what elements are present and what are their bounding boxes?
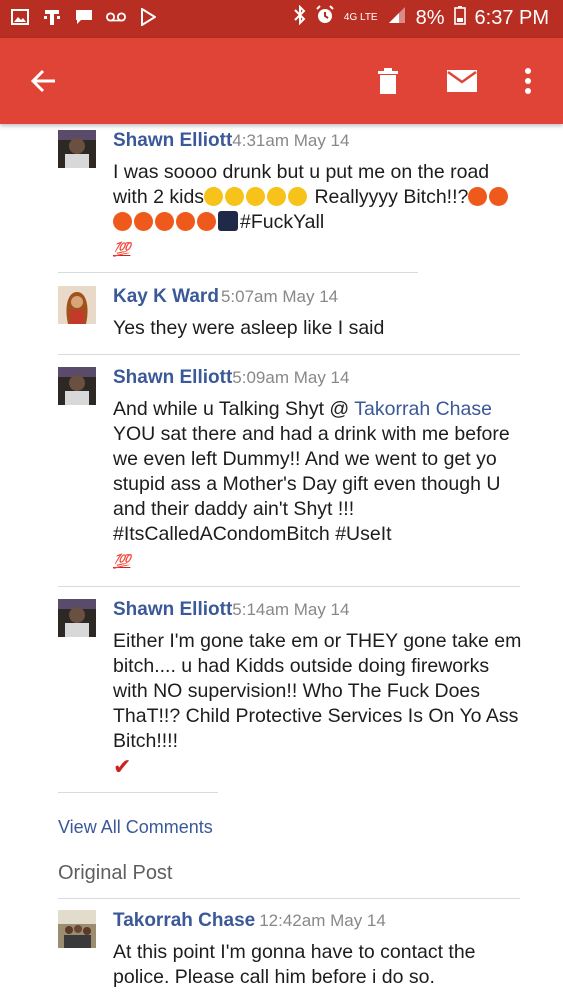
tmobile-icon	[42, 7, 62, 27]
comment-time: 5:14am May 14	[232, 600, 350, 619]
comment-feed[interactable]: Shawn Elliott4:31am May 14 I was soooo d…	[0, 124, 563, 1000]
comment-text: And while u Talking Shyt @ Takorrah Chas…	[113, 397, 523, 569]
mention-link[interactable]: Takorrah Chase	[354, 398, 492, 420]
back-arrow-icon	[31, 69, 55, 93]
view-all-comments-link[interactable]: View All Comments	[58, 817, 213, 838]
comment-body: Shawn Elliott5:14am May 14 Either I'm go…	[113, 599, 523, 780]
hashtag[interactable]: #FuckYall	[240, 211, 324, 233]
angry-emoji-icon	[176, 212, 195, 231]
signal-icon	[387, 6, 407, 30]
thinking-emoji-icon	[225, 187, 245, 206]
comment-text-part: And while u Talking Shyt @	[113, 398, 355, 420]
comment-author[interactable]: Shawn Elliott	[113, 367, 232, 388]
angry-emoji-icon	[113, 212, 132, 231]
original-post-heading: Original Post	[58, 862, 173, 884]
comment-text: I was soooo drunk but u put me on the ro…	[113, 160, 523, 257]
trash-icon	[378, 68, 398, 94]
status-bar: 4G LTE 8% 6:37 PM	[0, 0, 563, 38]
comment-meta: Takorrah Chase 12:42am May 14	[113, 910, 523, 932]
comment-time: 5:09am May 14	[232, 368, 350, 387]
thinking-emoji-icon	[267, 187, 287, 206]
comment-meta: Shawn Elliott4:31am May 14	[113, 130, 523, 152]
comment-time: 5:07am May 14	[220, 287, 339, 306]
divider	[58, 354, 520, 355]
angry-emoji-icon	[468, 187, 488, 206]
thinking-emoji-icon	[288, 187, 308, 206]
angry-emoji-icon	[134, 212, 153, 231]
clock: 6:37 PM	[474, 6, 549, 29]
comment-text-part: Either I'm gone take em or THEY gone tak…	[113, 630, 522, 752]
comment-author[interactable]: Takorrah Chase	[113, 910, 255, 931]
comment-body: Takorrah Chase 12:42am May 14 At this poi…	[113, 910, 523, 990]
message-icon	[74, 7, 94, 27]
battery-percent: 8%	[415, 6, 445, 29]
angry-emoji-icon	[155, 212, 174, 231]
checkmark-icon: ✔	[113, 754, 132, 779]
system-status: 4G LTE 8% 6:37 PM	[294, 4, 549, 31]
comment-text-part: Reallyyyy Bitch!!?	[309, 186, 469, 208]
comment-text-part: YOU sat there and had a drink with me be…	[113, 423, 510, 545]
app-bar	[0, 38, 563, 124]
comment-author[interactable]: Kay K Ward	[113, 286, 219, 307]
comment-text: Either I'm gone take em or THEY gone tak…	[113, 629, 523, 780]
gallery-icon	[10, 7, 30, 27]
avatar[interactable]	[58, 367, 96, 405]
emoji-group	[204, 186, 309, 208]
comment-body: Kay K Ward 5:07am May 14 Yes they were as…	[113, 286, 523, 341]
avatar[interactable]	[58, 130, 96, 168]
divider	[58, 898, 520, 899]
bluetooth-icon	[294, 4, 306, 31]
comment-meta: Kay K Ward 5:07am May 14	[113, 286, 523, 308]
delete-button[interactable]	[366, 59, 410, 103]
divider	[58, 586, 520, 587]
angry-emoji-icon	[197, 212, 216, 231]
comment-author[interactable]: Shawn Elliott	[113, 599, 232, 620]
voicemail-icon	[106, 7, 126, 27]
comment-meta: Shawn Elliott5:09am May 14	[113, 367, 523, 389]
battery-icon	[453, 5, 466, 31]
angry-emoji-icon	[489, 187, 509, 206]
notification-icons	[10, 7, 158, 27]
more-options-button[interactable]	[508, 59, 548, 103]
comment-body: Shawn Elliott5:09am May 14 And while u T…	[113, 367, 523, 569]
comment-time: 4:31am May 14	[232, 131, 350, 150]
network-type-icon: 4G LTE	[343, 12, 378, 23]
avatar[interactable]	[58, 599, 96, 637]
back-button[interactable]	[22, 59, 66, 103]
hundred-emoji-icon: 💯	[113, 241, 131, 257]
comment-meta: Shawn Elliott5:14am May 14	[113, 599, 523, 621]
fireworks-emoji-icon	[218, 211, 238, 231]
avatar[interactable]	[58, 286, 96, 324]
comment-author[interactable]: Shawn Elliott	[113, 130, 232, 151]
hundred-emoji-icon: 💯	[113, 553, 131, 569]
thinking-emoji-icon	[204, 187, 224, 206]
comment-text: Yes they were asleep like I said	[113, 317, 385, 339]
divider	[58, 792, 218, 793]
divider	[58, 272, 418, 273]
alarm-icon	[315, 5, 335, 31]
mail-icon	[447, 70, 477, 92]
post-text: At this point I'm gonna have to contact …	[113, 941, 476, 988]
comment-body: Shawn Elliott4:31am May 14 I was soooo d…	[113, 130, 523, 257]
avatar[interactable]	[58, 910, 96, 948]
more-vert-icon	[525, 68, 531, 94]
play-store-icon	[138, 7, 158, 27]
thinking-emoji-icon	[246, 187, 266, 206]
mail-button[interactable]	[440, 59, 484, 103]
comment-time: 12:42am May 14	[259, 911, 386, 930]
